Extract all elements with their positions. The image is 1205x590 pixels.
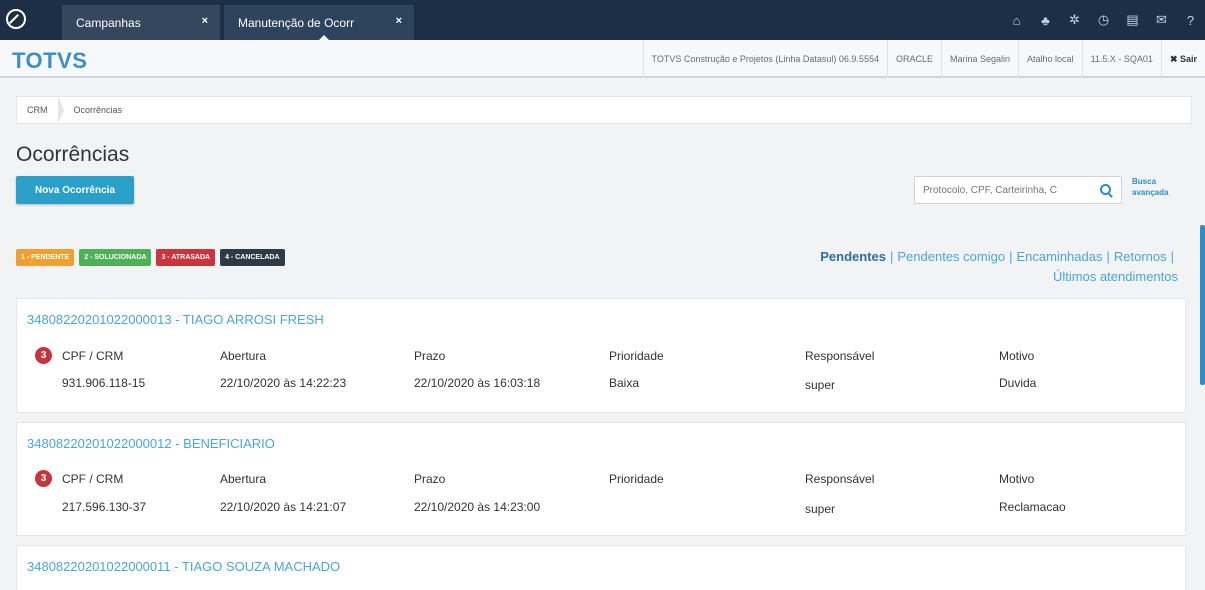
- priority-value: Baixa: [609, 376, 640, 390]
- occurrence-card: 34808220201022000012 - BENEFICIARIO 3 CP…: [16, 422, 1186, 536]
- occurrence-card: 34808220201022000013 - TIAGO ARROSI FRES…: [16, 298, 1186, 413]
- responsible-value: super: [805, 378, 836, 392]
- filter-retornos[interactable]: Retornos: [1114, 249, 1167, 264]
- status-badge: 3: [35, 470, 52, 487]
- filter-pendentes-comigo[interactable]: Pendentes comigo: [897, 249, 1005, 264]
- tab-campanhas[interactable]: Campanhas ×: [62, 5, 220, 40]
- cpf-value: 931.906.118-15: [62, 376, 146, 390]
- legend-solucionada: 2 - SOLUCIONADA: [79, 249, 152, 266]
- top-bar: Campanhas × Manutenção de Ocorr × ⌂ ♣ ✲ …: [0, 0, 1205, 41]
- breadcrumb: CRM Ocorrências: [16, 96, 1192, 124]
- occurrence-title-link[interactable]: 34808220201022000013 - TIAGO ARROSI FRES…: [27, 312, 324, 327]
- search-icon[interactable]: [1095, 179, 1117, 201]
- filter-links: Pendentes | Pendentes comigo | Encaminhadas |…: [820, 249, 1178, 284]
- occurrence-title-link[interactable]: 34808220201022000012 - BENEFICIARIO: [27, 436, 275, 451]
- exit-button[interactable]: ✖ Sair: [1160, 40, 1205, 78]
- home-icon[interactable]: ⌂: [1002, 0, 1031, 40]
- header-bar: TOTVS TOTVS Construção e Projetos (Linha…: [0, 40, 1205, 78]
- legend-cancelada: 4 - CANCELADA: [220, 249, 285, 266]
- brand-logo: TOTVS: [12, 48, 88, 73]
- opening-value: 22/10/2020 às 14:22:23: [220, 376, 347, 390]
- local-shortcut[interactable]: Atalho local: [1018, 40, 1082, 78]
- close-icon[interactable]: ×: [202, 15, 208, 27]
- breadcrumb-crm[interactable]: CRM: [17, 105, 58, 115]
- reason-value: Duvida: [999, 376, 1037, 390]
- sitemap-icon[interactable]: ♣: [1031, 0, 1060, 40]
- column-label: CPF / CRM: [62, 472, 124, 486]
- column-label: Motivo: [999, 349, 1035, 363]
- filter-ultimos-atendimentos[interactable]: Últimos atendimentos: [1053, 269, 1178, 284]
- mail-icon[interactable]: ✉: [1147, 0, 1176, 40]
- database-info: ORACLE: [886, 40, 941, 78]
- advanced-search-link[interactable]: Busca avançada: [1132, 176, 1192, 198]
- deadline-value: 22/10/2020 às 14:23:00: [414, 500, 541, 514]
- occurrence-title-link[interactable]: 34808220201022000011 - TIAGO SOUZA MACHA…: [27, 559, 340, 574]
- filter-encaminhadas[interactable]: Encaminhadas: [1016, 249, 1102, 264]
- column-label: Prioridade: [609, 349, 664, 363]
- page-title: Ocorrências: [16, 143, 130, 166]
- filter-pendentes[interactable]: Pendentes: [820, 249, 886, 264]
- column-label: Prioridade: [609, 472, 664, 486]
- close-icon[interactable]: ×: [396, 15, 402, 27]
- company-info[interactable]: TOTVS Construção e Projetos (Linha Datas…: [642, 40, 887, 78]
- app-logo-icon[interactable]: [6, 9, 26, 29]
- column-label: CPF / CRM: [62, 349, 124, 363]
- tab-label: Campanhas: [76, 15, 141, 30]
- status-badge: 3: [35, 347, 52, 364]
- gear-icon[interactable]: ✲: [1060, 0, 1089, 40]
- responsible-value: super: [805, 502, 836, 516]
- search-input[interactable]: [915, 177, 1095, 203]
- breadcrumb-ocorrencias: Ocorrências: [73, 105, 123, 115]
- column-label: Abertura: [220, 349, 267, 363]
- occurrence-card: 34808220201022000011 - TIAGO SOUZA MACHA…: [16, 545, 1186, 590]
- clock-icon[interactable]: ◷: [1089, 0, 1118, 40]
- help-icon[interactable]: ?: [1176, 0, 1205, 40]
- new-occurrence-button[interactable]: Nova Ocorrência: [16, 176, 134, 204]
- legend-pendente: 1 - PENDENTE: [16, 249, 75, 266]
- column-label: Prazo: [414, 472, 446, 486]
- deadline-value: 22/10/2020 às 16:03:18: [414, 376, 541, 390]
- column-label: Motivo: [999, 472, 1035, 486]
- column-label: Responsável: [805, 472, 875, 486]
- document-icon[interactable]: ▤: [1118, 0, 1147, 40]
- column-label: Abertura: [220, 472, 267, 486]
- column-label: Responsável: [805, 349, 875, 363]
- version-info: 11.5.X - SQA01: [1081, 40, 1161, 78]
- cpf-value: 217.596.130-37: [62, 500, 147, 514]
- reason-value: Reclamacao: [999, 500, 1066, 514]
- column-label: Prazo: [414, 349, 446, 363]
- legend-atrasada: 3 - ATRASADA: [156, 249, 216, 266]
- scrollbar-thumb[interactable]: [1200, 225, 1205, 385]
- tab-manutencao-ocorrencia[interactable]: Manutenção de Ocorr ×: [224, 5, 414, 41]
- user-name[interactable]: Marina Segalin: [940, 40, 1018, 78]
- tab-label: Manutenção de Ocorr: [238, 15, 355, 30]
- opening-value: 22/10/2020 às 14:21:07: [220, 500, 347, 514]
- status-legend: 1 - PENDENTE 2 - SOLUCIONADA 3 - ATRASAD…: [16, 249, 285, 266]
- search-box: [914, 176, 1122, 204]
